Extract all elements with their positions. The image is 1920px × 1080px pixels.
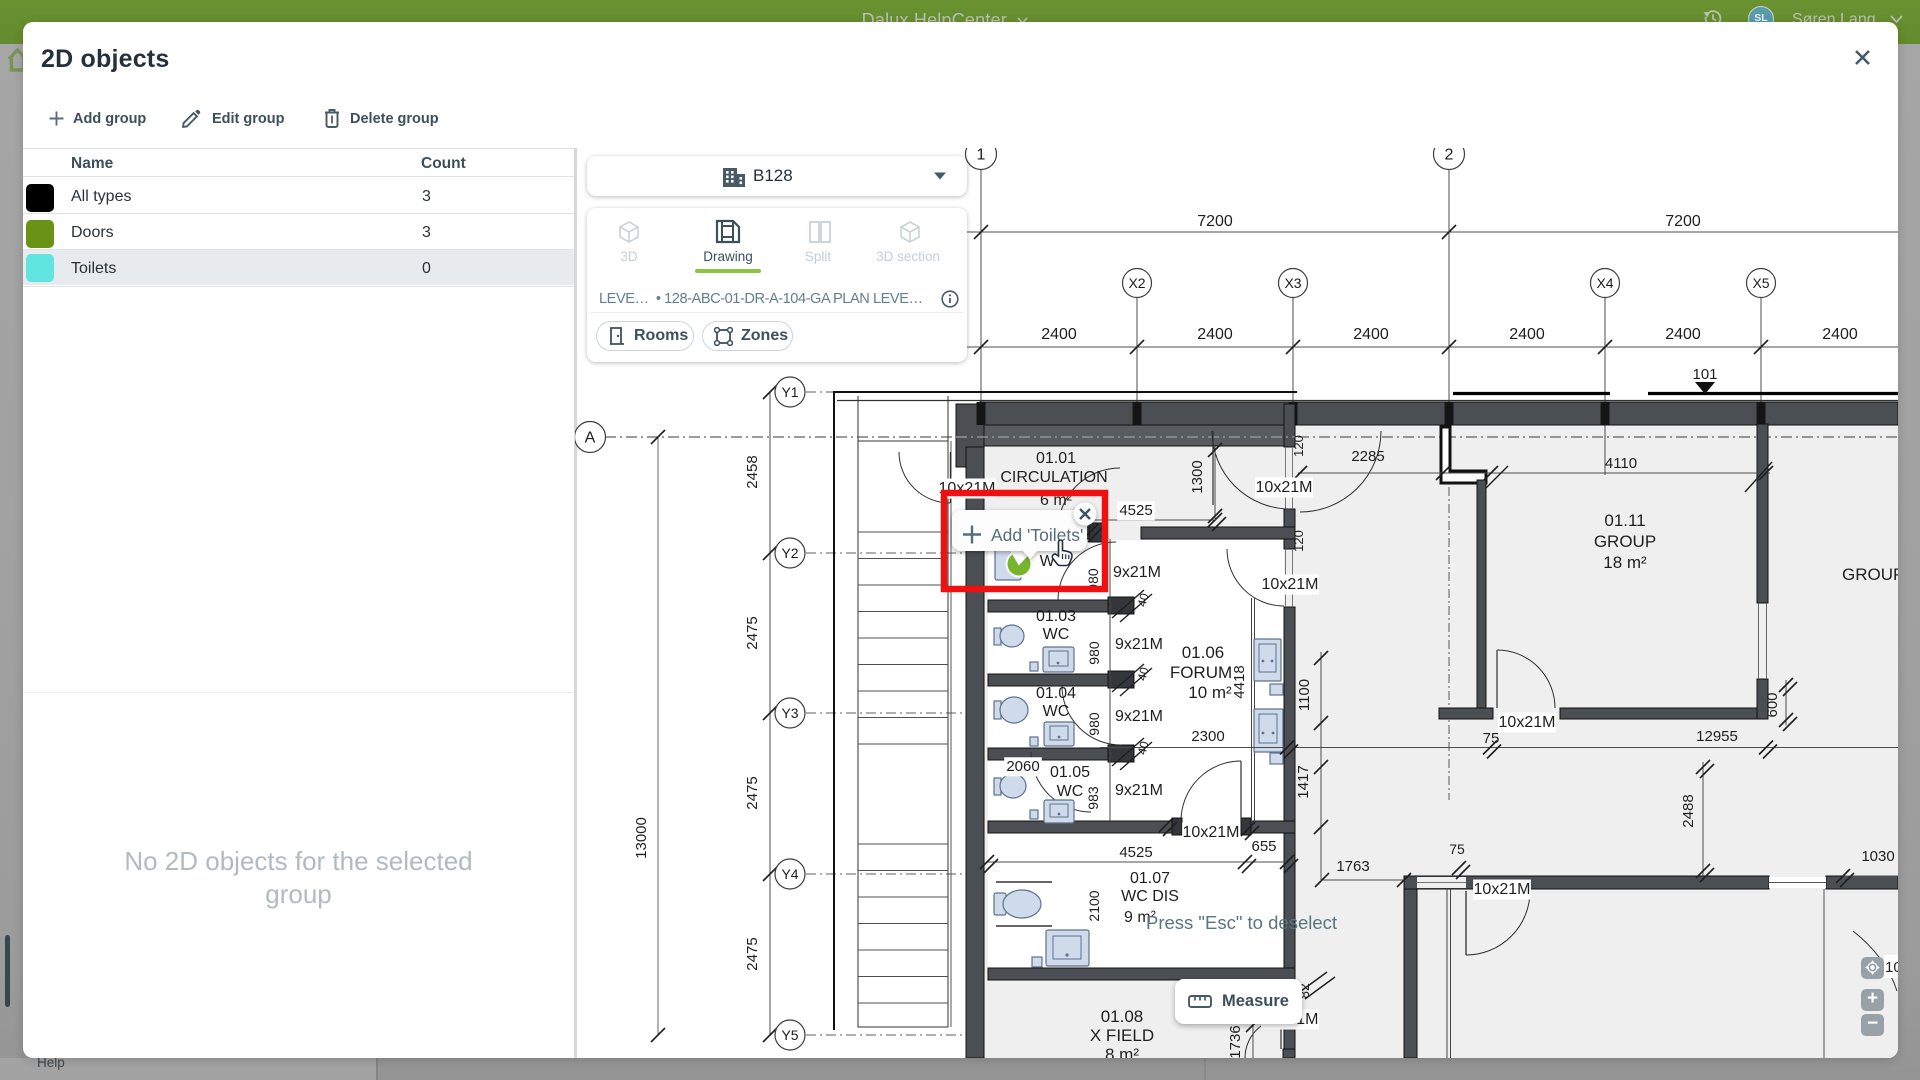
svg-text:Add 'Toilets': Add 'Toilets' xyxy=(991,525,1083,545)
svg-text:10x21M: 10x21M xyxy=(1256,479,1313,496)
svg-text:2458: 2458 xyxy=(744,455,761,488)
svg-text:655: 655 xyxy=(1251,838,1276,855)
svg-text:2100: 2100 xyxy=(1086,890,1102,921)
svg-text:600: 600 xyxy=(1764,692,1781,717)
svg-text:WC: WC xyxy=(1043,626,1070,643)
svg-text:2400: 2400 xyxy=(1353,326,1389,343)
svg-text:980: 980 xyxy=(1086,641,1102,665)
svg-text:2400: 2400 xyxy=(1197,326,1233,343)
svg-text:A: A xyxy=(585,430,596,447)
svg-text:1: 1 xyxy=(977,148,986,164)
svg-text:2475: 2475 xyxy=(744,937,761,970)
svg-text:9x21M: 9x21M xyxy=(1115,708,1163,725)
svg-text:7200: 7200 xyxy=(1197,213,1233,230)
svg-text:10x21M: 10x21M xyxy=(1262,576,1319,593)
svg-text:4110: 4110 xyxy=(1605,455,1637,472)
svg-text:12955: 12955 xyxy=(1696,728,1738,745)
svg-text:GROUP: GROUP xyxy=(1594,532,1656,551)
svg-text:Y2: Y2 xyxy=(781,545,798,561)
svg-text:10: 10 xyxy=(1885,959,1898,976)
svg-text:X2: X2 xyxy=(1128,275,1145,291)
svg-text:1417: 1417 xyxy=(1295,765,1312,798)
svg-text:101: 101 xyxy=(1692,366,1717,383)
svg-text:X5: X5 xyxy=(1752,275,1769,291)
svg-text:980: 980 xyxy=(1086,712,1102,736)
svg-text:CIRCULATION: CIRCULATION xyxy=(1000,469,1107,486)
svg-text:01.01: 01.01 xyxy=(1036,450,1076,467)
svg-text:2060: 2060 xyxy=(1006,758,1039,775)
svg-text:Y3: Y3 xyxy=(781,705,798,721)
svg-text:2400: 2400 xyxy=(1509,326,1545,343)
svg-text:2400: 2400 xyxy=(1041,326,1077,343)
svg-text:WC: WC xyxy=(1057,783,1084,800)
svg-text:9x21M: 9x21M xyxy=(1115,782,1163,799)
svg-text:1030: 1030 xyxy=(1861,848,1894,865)
svg-text:01.08: 01.08 xyxy=(1101,1007,1144,1026)
svg-text:WC DIS: WC DIS xyxy=(1121,888,1179,905)
svg-text:Y5: Y5 xyxy=(781,1027,798,1043)
svg-text:2285: 2285 xyxy=(1351,448,1384,465)
svg-text:1300: 1300 xyxy=(1189,460,1206,493)
svg-text:2488: 2488 xyxy=(1680,794,1697,827)
svg-text:8 m²: 8 m² xyxy=(1105,1045,1139,1058)
svg-text:1763: 1763 xyxy=(1336,858,1369,875)
svg-text:9x21M: 9x21M xyxy=(1113,564,1161,581)
svg-text:01.04: 01.04 xyxy=(1036,685,1076,702)
svg-text:4418: 4418 xyxy=(1231,665,1248,698)
svg-text:2400: 2400 xyxy=(1665,326,1701,343)
svg-text:Y4: Y4 xyxy=(781,866,798,882)
svg-text:120: 120 xyxy=(1291,530,1306,552)
svg-text:1100: 1100 xyxy=(1296,679,1313,711)
svg-text:10x21M: 10x21M xyxy=(1474,881,1531,898)
svg-text:9x21M: 9x21M xyxy=(1115,636,1163,653)
svg-text:2300: 2300 xyxy=(1191,728,1224,745)
svg-text:FORUM: FORUM xyxy=(1170,663,1232,682)
svg-text:WC: WC xyxy=(1043,703,1070,720)
svg-text:13000: 13000 xyxy=(633,817,650,859)
svg-text:18 m²: 18 m² xyxy=(1603,553,1647,572)
svg-text:X FIELD: X FIELD xyxy=(1090,1026,1154,1045)
svg-text:10x21M: 10x21M xyxy=(1499,714,1556,731)
svg-text:X4: X4 xyxy=(1596,275,1613,291)
svg-text:X3: X3 xyxy=(1284,275,1301,291)
svg-text:75: 75 xyxy=(1483,730,1500,747)
svg-text:01.05: 01.05 xyxy=(1050,764,1090,781)
svg-text:2400: 2400 xyxy=(1822,326,1858,343)
svg-text:2475: 2475 xyxy=(744,616,761,649)
svg-text:GROUP: GROUP xyxy=(1842,565,1898,584)
svg-text:7200: 7200 xyxy=(1665,213,1701,230)
svg-text:4525: 4525 xyxy=(1119,844,1152,861)
svg-text:Y1: Y1 xyxy=(781,384,798,400)
svg-text:01.11: 01.11 xyxy=(1604,511,1645,530)
svg-text:2: 2 xyxy=(1445,148,1454,164)
svg-text:4525: 4525 xyxy=(1119,502,1152,519)
svg-text:10 m²: 10 m² xyxy=(1188,683,1232,702)
svg-text:01.07: 01.07 xyxy=(1130,870,1170,887)
svg-text:983: 983 xyxy=(1085,786,1101,810)
svg-text:01.06: 01.06 xyxy=(1182,643,1225,662)
svg-text:1736: 1736 xyxy=(1227,1025,1244,1058)
svg-text:120: 120 xyxy=(1291,435,1306,457)
svg-text:2475: 2475 xyxy=(744,776,761,809)
svg-text:75: 75 xyxy=(1449,841,1465,857)
svg-text:10x21M: 10x21M xyxy=(1183,824,1240,841)
svg-text:01.03: 01.03 xyxy=(1036,608,1076,625)
